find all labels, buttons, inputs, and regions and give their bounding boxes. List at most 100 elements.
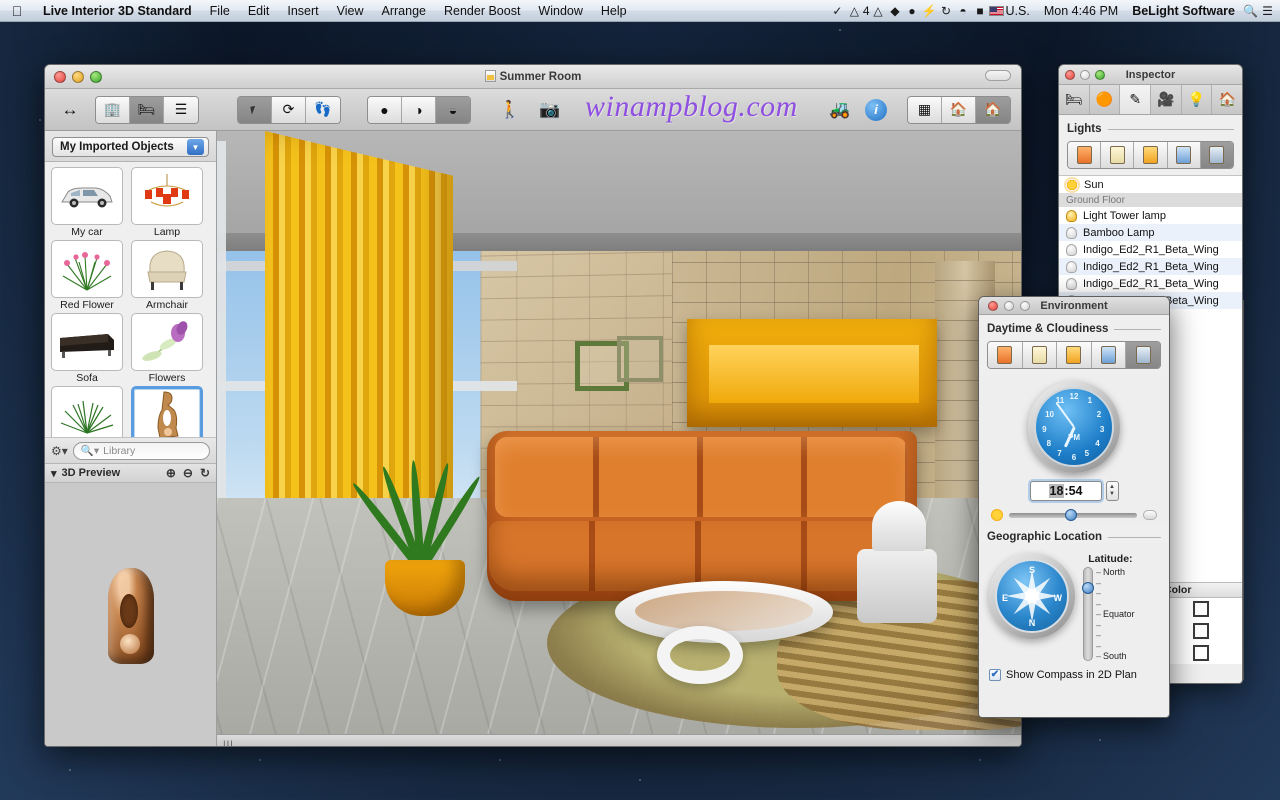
camera-icon[interactable]: 📷 [535,96,565,124]
object-cell-armchair[interactable]: Armchair [131,240,203,311]
show-compass-row[interactable]: ✔ Show Compass in 2D Plan [979,661,1169,681]
object-cell-statue[interactable]: Statue [131,386,203,437]
furniture-tool-icon[interactable]: 🛏 [130,96,164,123]
list-icon[interactable]: ☰ [1259,4,1276,18]
search-icon[interactable]: 🔍 [1242,4,1259,18]
object-cell-sofa[interactable]: Sofa [51,313,123,384]
info-icon[interactable]: i [865,98,887,121]
menu-arrange[interactable]: Arrange [373,0,435,22]
custom-time-preset[interactable] [1126,342,1160,368]
dropbox-icon[interactable]: ◆ [887,4,904,18]
flat-shading-icon[interactable]: ● [368,96,402,123]
list-item[interactable]: Light Tower lamp [1059,207,1242,224]
menu-help[interactable]: Help [592,0,636,22]
color-swatch[interactable] [1159,623,1242,639]
preview-3d-canvas[interactable] [45,483,216,746]
rotate-preview-icon[interactable]: ↻ [200,466,210,480]
noon-preset[interactable] [1022,342,1058,368]
light-inspector-icon[interactable]: 💡 [1182,85,1213,114]
annotation-inspector-icon[interactable]: ✎ [1120,85,1152,114]
sunrise-preset[interactable] [988,342,1023,368]
3d-viewport[interactable]: ||| [217,131,1021,746]
color-swatch[interactable] [1159,601,1242,617]
gouraud-shading-icon[interactable]: ◑ [402,96,436,123]
stepper-down-arrow[interactable]: ▼ [1109,491,1115,498]
time-minutes[interactable]: :54 [1064,484,1082,498]
warm-light-preset[interactable] [1068,142,1102,168]
zoom-in-icon[interactable]: ⊕ [166,466,176,480]
camera-inspector-icon[interactable]: 🎥 [1151,85,1182,114]
compass-control[interactable]: S N E W [989,553,1075,639]
list-item[interactable]: Bamboo Lamp [1059,224,1242,241]
time-input[interactable]: 18:54 [1029,481,1102,501]
bulb-off-icon[interactable] [1066,277,1077,290]
google-drive-icon[interactable]: △ [870,4,887,18]
auto-daylight-preset[interactable] [1200,142,1233,168]
latitude-slider[interactable] [1082,567,1094,661]
menu-view[interactable]: View [328,0,373,22]
menu-render-boost[interactable]: Render Boost [435,0,529,22]
stepper-up-arrow[interactable]: ▲ [1109,484,1115,491]
bulb-off-icon[interactable] [1066,243,1077,256]
menu-file[interactable]: File [201,0,239,22]
walkthrough-person-icon[interactable]: 🚶 [495,96,525,124]
bulb-off-icon[interactable] [1066,226,1077,239]
bulb-on-icon[interactable] [1066,209,1077,222]
menu-edit[interactable]: Edit [239,0,279,22]
plan-2d-view-icon[interactable]: ▦ [908,96,942,123]
object-cell-bush[interactable]: Bush [51,386,123,437]
list-item[interactable]: Indigo_Ed2_R1_Beta_Wing [1059,275,1242,292]
latitude-slider-knob[interactable] [1082,582,1094,594]
zoom-out-icon[interactable]: ⊖ [183,466,193,480]
3d-view-icon[interactable]: 🏠 [976,96,1010,123]
wall-tool-icon[interactable]: 🏢 [96,96,130,123]
analog-clock[interactable]: 12 1 2 3 4 5 6 7 8 9 10 11 PM [1028,381,1120,473]
library-category-popup[interactable]: My Imported Objects ▼ [52,137,209,157]
column-header-color[interactable]: Color [1159,583,1242,597]
object-cell-red-flower[interactable]: Red Flower [51,240,123,311]
bulb-off-icon[interactable] [1066,260,1077,273]
list-item[interactable]: Sun [1059,176,1242,193]
flash-icon[interactable]: ⚡ [921,4,938,18]
environment-titlebar[interactable]: Environment [979,297,1169,315]
material-inspector-icon[interactable]: 🟠 [1090,85,1121,114]
resize-arrows-icon[interactable]: ↔ [55,96,85,124]
amber-light-preset[interactable] [1134,142,1168,168]
time-stepper[interactable]: ▲ ▼ [1105,481,1119,501]
input-source-label[interactable]: U.S. [1004,0,1037,22]
menu-app-name[interactable]: Live Interior 3D Standard [34,0,201,22]
apple-menu-icon[interactable]:  [0,4,34,18]
rotate-icon[interactable]: ⟳ [272,96,306,123]
split-view-icon[interactable]: 🏠 [942,96,976,123]
menu-clock[interactable]: Mon 4:46 PM [1037,0,1125,22]
checkmark-badge-icon[interactable]: ✓ [829,4,846,18]
main-window-titlebar[interactable]: Summer Room [45,65,1021,89]
site-inspector-icon[interactable]: 🏠 [1212,85,1242,114]
object-inspector-icon[interactable]: 🛏 [1059,85,1090,114]
preview-header[interactable]: ▾ 3D Preview ⊕ ⊖ ↻ [45,463,216,483]
search-input[interactable]: 🔍▾ Library [72,441,210,460]
arrow-select-icon[interactable] [238,96,272,123]
object-cell-my-car[interactable]: My car [51,167,123,238]
object-cell-flowers[interactable]: Flowers [131,313,203,384]
cloudiness-slider-knob[interactable] [1065,508,1078,521]
walk-feet-icon[interactable]: 👣 [306,96,340,123]
time-machine-icon[interactable]: ↻ [938,4,955,18]
wifi-icon[interactable]: ◓ [955,4,972,18]
time-hours[interactable]: 18 [1048,484,1065,498]
night-preset[interactable] [1091,342,1127,368]
us-flag-icon[interactable] [988,5,1004,16]
smooth-shading-icon[interactable]: ◒ [436,96,470,123]
cloudiness-slider[interactable] [1009,508,1137,521]
forklift-import-icon[interactable]: 🚜 [825,96,855,124]
gear-icon[interactable]: ⚙▾ [51,444,68,458]
sunset-preset[interactable] [1057,342,1092,368]
battery-icon[interactable]: ■ [972,4,989,18]
toolbar-toggle-button[interactable] [985,70,1011,81]
inspector-titlebar[interactable]: Inspector [1059,65,1242,85]
disclosure-triangle-icon[interactable]: ▾ [51,467,57,480]
cool-light-preset[interactable] [1167,142,1201,168]
evernote-icon[interactable]: ● [904,4,921,18]
analog-clock-container[interactable]: 12 1 2 3 4 5 6 7 8 9 10 11 PM [979,381,1169,473]
color-swatch[interactable] [1159,645,1242,661]
